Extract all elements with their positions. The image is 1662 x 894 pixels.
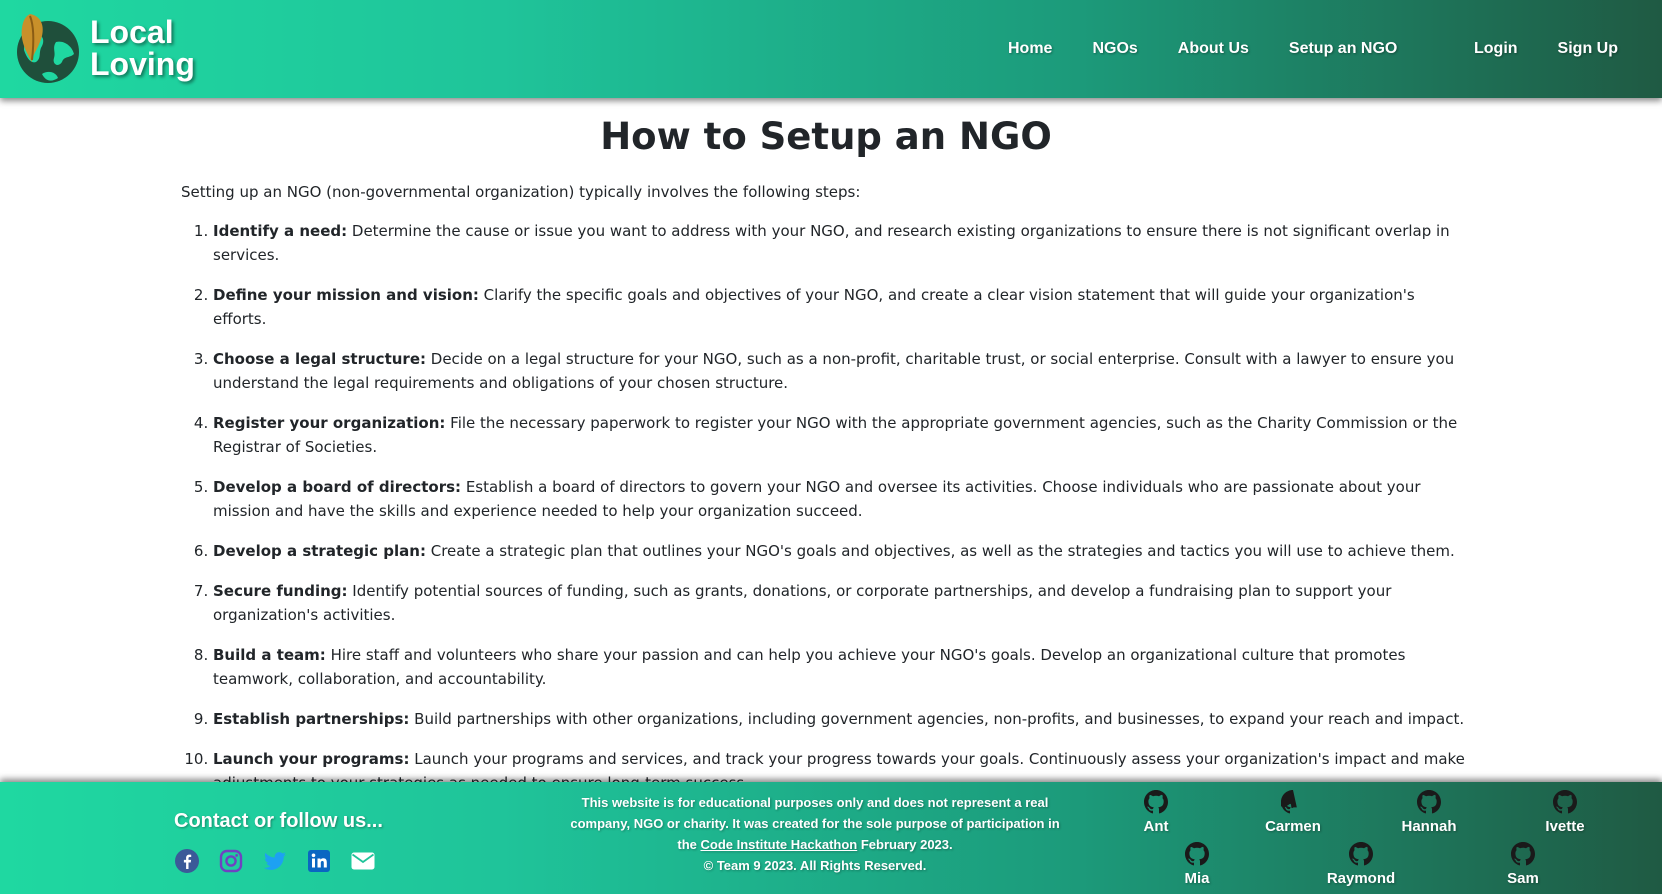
step-title: Develop a strategic plan: — [213, 542, 426, 560]
step-text: Determine the cause or issue you want to… — [213, 222, 1450, 264]
team-member-name: Raymond — [1326, 870, 1396, 887]
step-item: Develop a board of directors: Establish … — [213, 475, 1471, 523]
nav-home[interactable]: Home — [1008, 40, 1052, 58]
team-member-name: Carmen — [1265, 818, 1321, 835]
team-member-name: Sam — [1507, 870, 1539, 887]
step-text: Hire staff and volunteers who share your… — [213, 646, 1406, 688]
step-text: Build partnerships with other organizati… — [409, 710, 1465, 728]
team-member-name: Ivette — [1545, 818, 1585, 835]
step-title: Identify a need: — [213, 222, 348, 240]
intro-text: Setting up an NGO (non-governmental orga… — [181, 183, 861, 201]
step-title: Establish partnerships: — [213, 710, 410, 728]
navbar: Local Loving Home NGOs About Us Setup an… — [0, 0, 1662, 98]
github-icon — [1417, 790, 1441, 814]
nav-setup-ngo[interactable]: Setup an NGO — [1289, 40, 1397, 58]
step-title: Register your organization: — [213, 414, 446, 432]
team-members: Ant Carmen Hannah Ivette Mia Raymond Sam — [0, 782, 1662, 894]
main-nav: Home NGOs About Us Setup an NGO — [1008, 0, 1437, 98]
main-content: How to Setup an NGO Setting up an NGO (n… — [181, 98, 1471, 811]
step-title: Secure funding: — [213, 582, 348, 600]
team-member-ant[interactable]: Ant — [1111, 790, 1201, 835]
step-item: Define your mission and vision: Clarify … — [213, 283, 1471, 331]
step-item: Register your organization: File the nec… — [213, 411, 1471, 459]
nav-about[interactable]: About Us — [1178, 40, 1249, 58]
brand-name: Local Loving — [90, 16, 195, 80]
brand-line2: Loving — [90, 46, 195, 82]
github-icon — [1553, 790, 1577, 814]
step-text: Create a strategic plan that outlines yo… — [425, 542, 1455, 560]
team-member-name: Hannah — [1401, 818, 1457, 835]
step-title: Choose a legal structure: — [213, 350, 426, 368]
team-member-sam[interactable]: Sam — [1478, 842, 1568, 887]
step-title: Develop a board of directors: — [213, 478, 462, 496]
globe-leaf-icon — [12, 12, 82, 84]
footer: Contact or follow us... This website is … — [0, 782, 1662, 894]
team-member-name: Mia — [1184, 870, 1210, 887]
step-text: Identify potential sources of funding, s… — [213, 582, 1392, 624]
nav-login[interactable]: Login — [1474, 40, 1518, 58]
github-icon — [1281, 790, 1297, 814]
step-title: Launch your programs: — [213, 750, 410, 768]
brand-logo-link[interactable]: Local Loving — [12, 9, 195, 87]
page-title: How to Setup an NGO — [600, 115, 1052, 158]
team-member-name: Ant — [1143, 818, 1169, 835]
github-icon — [1144, 790, 1168, 814]
step-item: Identify a need: Determine the cause or … — [213, 219, 1471, 267]
step-title: Build a team: — [213, 646, 326, 664]
team-member-raymond[interactable]: Raymond — [1316, 842, 1406, 887]
step-item: Establish partnerships: Build partnershi… — [213, 707, 1471, 731]
step-item: Develop a strategic plan: Create a strat… — [213, 539, 1471, 563]
github-icon — [1185, 842, 1209, 866]
github-icon — [1349, 842, 1373, 866]
step-item: Choose a legal structure: Decide on a le… — [213, 347, 1471, 395]
team-member-hannah[interactable]: Hannah — [1384, 790, 1474, 835]
team-member-carmen[interactable]: Carmen — [1248, 790, 1338, 835]
step-item: Secure funding: Identify potential sourc… — [213, 579, 1471, 627]
auth-nav: Login Sign Up — [1474, 0, 1658, 98]
nav-signup[interactable]: Sign Up — [1558, 40, 1618, 58]
nav-ngos[interactable]: NGOs — [1092, 40, 1137, 58]
step-title: Define your mission and vision: — [213, 286, 479, 304]
step-item: Build a team: Hire staff and volunteers … — [213, 643, 1471, 691]
team-member-mia[interactable]: Mia — [1152, 842, 1242, 887]
team-member-ivette[interactable]: Ivette — [1520, 790, 1610, 835]
brand-line1: Local — [90, 14, 174, 50]
steps-list: Identify a need: Determine the cause or … — [181, 219, 1471, 795]
github-icon — [1511, 842, 1535, 866]
